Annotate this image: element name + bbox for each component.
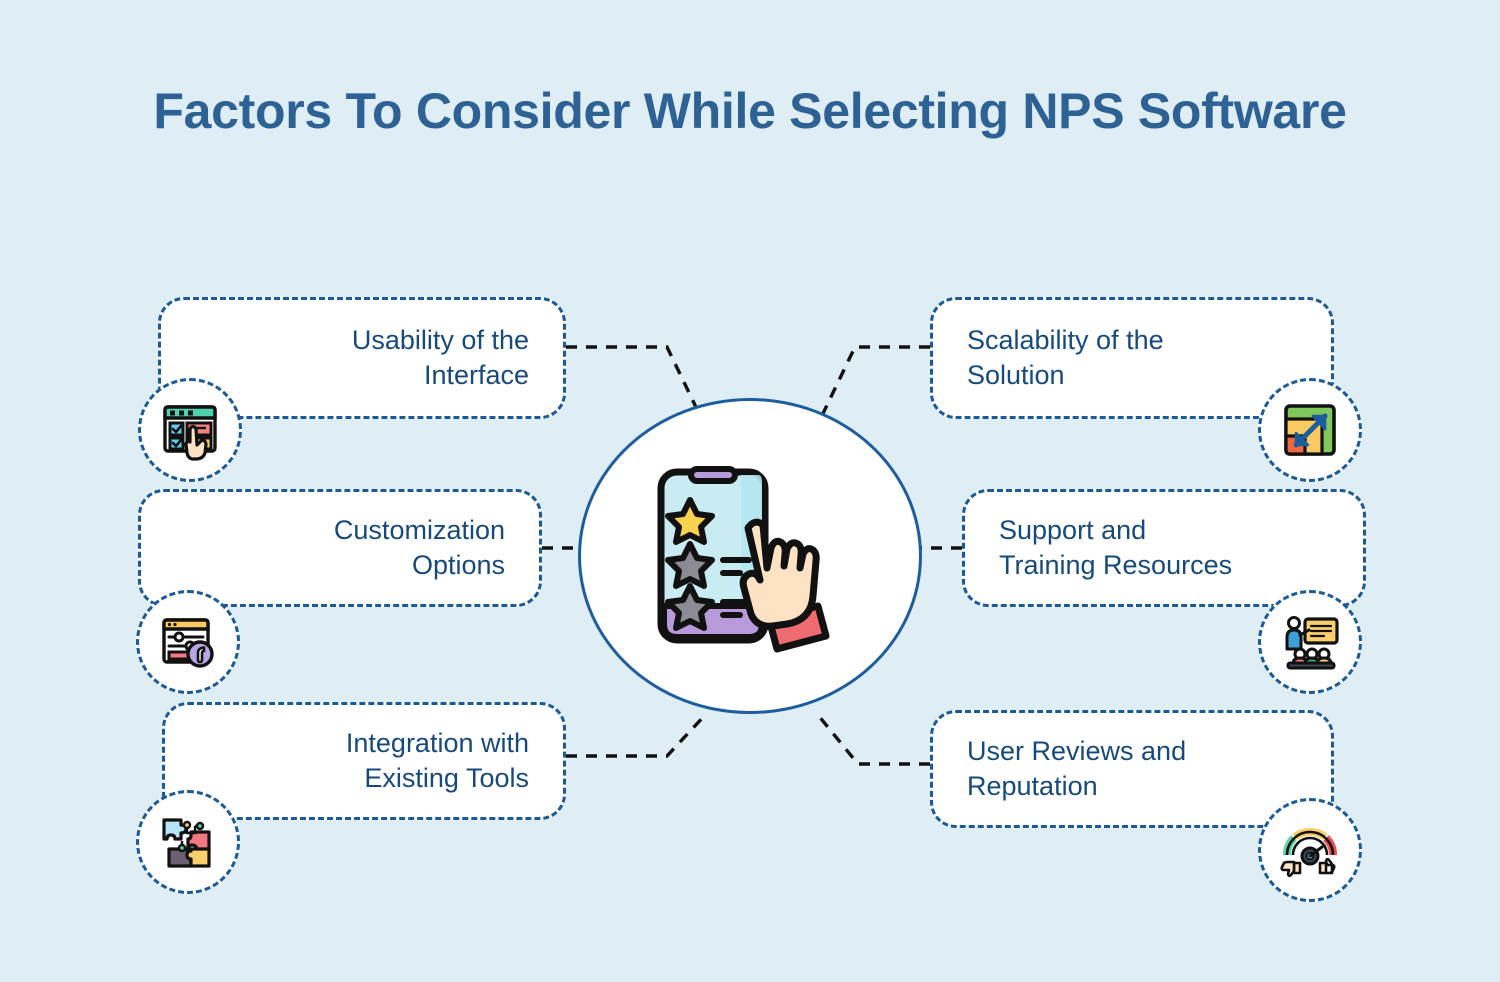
factor-icon-bubble-support xyxy=(1258,590,1362,694)
connector-integration xyxy=(566,712,708,758)
factor-label-line1: Support and xyxy=(999,514,1147,545)
settings-sliders-wrench-icon xyxy=(162,618,214,668)
reputation-gauge-thumbs-icon xyxy=(1280,828,1337,878)
connector-reviews xyxy=(816,713,930,766)
training-presentation-audience-icon xyxy=(1285,616,1339,670)
factor-label-reviews: User Reviews and Reputation xyxy=(933,734,1331,804)
puzzle-pieces-integration-icon xyxy=(162,818,211,868)
factor-label-line1: Integration with xyxy=(345,727,529,758)
interface-checklist-cursor-icon xyxy=(163,405,217,461)
factor-label-line2: Training Resources xyxy=(999,550,1233,580)
factor-label-line2: Solution xyxy=(967,360,1065,390)
factor-label-line2: Existing Tools xyxy=(364,763,529,793)
page-title: Factors To Consider While Selecting NPS … xyxy=(153,83,1347,139)
factor-label-scalability: Scalability of the Solution xyxy=(933,323,1331,393)
factor-card-customization[interactable]: Customization Options xyxy=(138,489,542,607)
phone-star-rating-hand-icon xyxy=(657,466,830,653)
factor-icon-bubble-reviews xyxy=(1258,798,1362,902)
factor-label-line1: Customization xyxy=(333,514,505,545)
factor-label-line2: Options xyxy=(411,550,505,580)
factor-label-line1: Usability of the xyxy=(351,324,529,355)
factor-icon-bubble-usability xyxy=(138,378,242,482)
factor-label-line1: Scalability of the xyxy=(967,324,1164,355)
factor-label-usability: Usability of the Interface xyxy=(161,323,563,393)
connector-scalability xyxy=(814,345,930,429)
factor-label-line2: Reputation xyxy=(967,771,1098,801)
factor-label-customization: Customization Options xyxy=(141,513,539,583)
factor-label-line1: User Reviews and xyxy=(967,735,1187,766)
factor-icon-bubble-customization xyxy=(136,590,240,694)
center-illustration-circle xyxy=(578,398,922,714)
growth-chart-resize-arrow-icon xyxy=(1284,404,1336,456)
factor-label-support: Support and Training Resources xyxy=(965,513,1363,583)
factor-icon-bubble-scalability xyxy=(1258,378,1362,482)
factor-label-integration: Integration with Existing Tools xyxy=(165,726,563,796)
factor-label-line2: Interface xyxy=(423,360,529,390)
factor-card-reviews[interactable]: User Reviews and Reputation xyxy=(930,710,1334,828)
factor-icon-bubble-integration xyxy=(136,790,240,894)
